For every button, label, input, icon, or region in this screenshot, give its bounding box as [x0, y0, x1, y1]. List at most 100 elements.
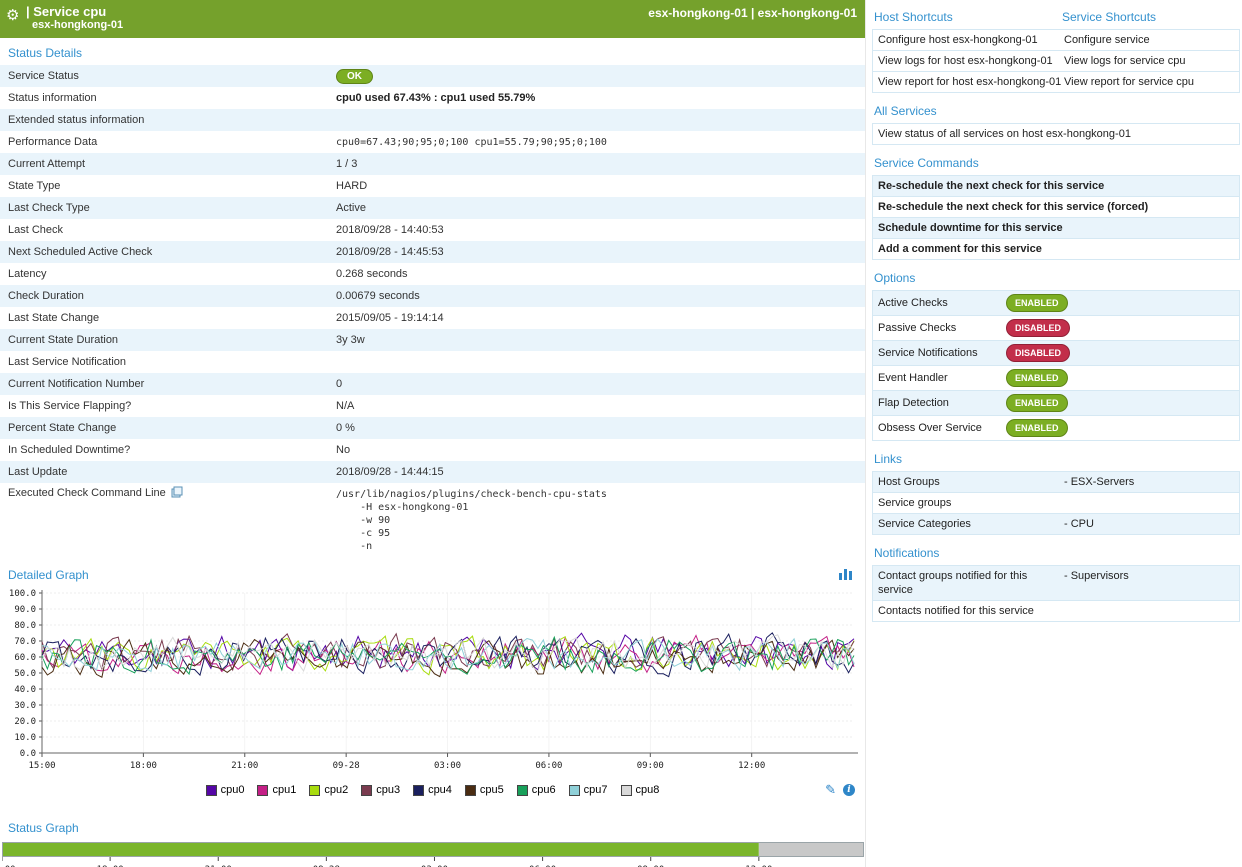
legend-label: cpu3	[376, 784, 400, 796]
status-detail-value: 0.268 seconds	[332, 265, 865, 283]
links-title: Links	[872, 441, 1240, 471]
svg-text:09:00: 09:00	[637, 761, 664, 771]
status-graph-section: Status Graph 15:0018:0021:0009-2803:0006…	[0, 813, 865, 867]
status-detail-label: Last State Change	[0, 309, 332, 327]
shortcut-row: View report for host esx-hongkong-01View…	[873, 72, 1239, 92]
status-detail-row: Last Service Notification	[0, 351, 865, 373]
service-status-badge: OK	[336, 69, 373, 84]
status-detail-label: Executed Check Command Line	[0, 483, 332, 504]
notification-row: Contacts notified for this service	[873, 601, 1239, 621]
status-detail-label: Service Status	[0, 67, 332, 85]
options-title: Options	[872, 260, 1240, 290]
service-shortcut-link[interactable]: View logs for service cpu	[1064, 54, 1234, 68]
notifications-table: Contact groups notified for this service…	[872, 565, 1240, 622]
option-label: Obsess Over Service	[878, 421, 1006, 435]
status-detail-label: Next Scheduled Active Check	[0, 243, 332, 261]
svg-text:12:00: 12:00	[738, 761, 765, 771]
legend-label: cpu7	[584, 784, 608, 796]
row-value: - CPU	[1064, 517, 1234, 531]
row-label: Service groups	[878, 496, 1064, 510]
legend-swatch	[621, 785, 632, 796]
shortcut-row: Configure host esx-hongkong-01Configure …	[873, 30, 1239, 51]
status-detail-value: 2015/09/05 - 19:14:14	[332, 309, 865, 327]
bar-chart-icon[interactable]	[839, 568, 853, 580]
status-detail-label: Latency	[0, 265, 332, 283]
service-commands-table: Re-schedule the next check for this serv…	[872, 175, 1240, 260]
status-detail-label: Percent State Change	[0, 419, 332, 437]
header-host-links[interactable]: esx-hongkong-01 | esx-hongkong-01	[648, 6, 857, 20]
status-detail-value: 3y 3w	[332, 331, 865, 349]
notification-row: Contact groups notified for this service…	[873, 566, 1239, 601]
link-row: Host Groups- ESX-Servers	[873, 472, 1239, 493]
service-shortcuts-title: Service Shortcuts	[1062, 10, 1236, 24]
status-detail-row: Executed Check Command Line/usr/lib/nagi…	[0, 483, 865, 560]
service-command-link[interactable]: Schedule downtime for this service	[873, 218, 1239, 239]
service-shortcut-link[interactable]: Configure service	[1064, 33, 1234, 47]
info-icon[interactable]: i	[843, 784, 855, 796]
detailed-graph-title: Detailed Graph	[0, 560, 97, 587]
cpu-usage-chart: 0.010.020.030.040.050.060.070.080.090.01…	[2, 587, 864, 779]
copy-command-icon[interactable]	[171, 486, 183, 501]
option-badge-cell: DISABLED	[1006, 344, 1234, 362]
sidebar: Host Shortcuts Service Shortcuts Configu…	[866, 0, 1242, 867]
status-detail-label: Last Update	[0, 463, 332, 481]
status-detail-value: 0.00679 seconds	[332, 287, 865, 305]
legend-swatch	[465, 785, 476, 796]
legend-swatch	[206, 785, 217, 796]
option-row: Passive ChecksDISABLED	[873, 316, 1239, 341]
legend-swatch	[569, 785, 580, 796]
service-shortcut-link[interactable]: View report for service cpu	[1064, 75, 1234, 89]
status-detail-label: Is This Service Flapping?	[0, 397, 332, 415]
svg-text:90.0: 90.0	[14, 605, 36, 615]
disabled-badge: DISABLED	[1006, 344, 1070, 362]
status-detail-row: Performance Datacpu0=67.43;90;95;0;100 c…	[0, 131, 865, 153]
svg-text:20.0: 20.0	[14, 717, 36, 727]
option-row: Obsess Over ServiceENABLED	[873, 416, 1239, 440]
edit-graph-icon[interactable]: ✎	[825, 782, 836, 798]
host-subtitle[interactable]: esx-hongkong-01	[26, 19, 857, 32]
legend-item: cpu8	[621, 784, 660, 796]
svg-text:09-28: 09-28	[333, 761, 360, 771]
status-detail-row: Current Attempt1 / 3	[0, 153, 865, 175]
svg-text:10.0: 10.0	[14, 733, 36, 743]
option-badge-cell: ENABLED	[1006, 419, 1234, 437]
legend-swatch	[257, 785, 268, 796]
option-row: Active ChecksENABLED	[873, 291, 1239, 316]
status-detail-label: Extended status information	[0, 111, 332, 129]
legend-item: cpu7	[569, 784, 608, 796]
legend-item: cpu0	[206, 784, 245, 796]
svg-text:21:00: 21:00	[231, 761, 258, 771]
option-badge-cell: ENABLED	[1006, 394, 1234, 412]
svg-text:80.0: 80.0	[14, 621, 36, 631]
svg-text:70.0: 70.0	[14, 637, 36, 647]
gear-icon[interactable]: ⚙	[6, 6, 19, 24]
status-detail-value: 2018/09/28 - 14:44:15	[332, 463, 865, 481]
status-timeline-graph: 15:0018:0021:0009-2803:0006:0009:0012:00	[2, 840, 864, 867]
status-detail-label: Performance Data	[0, 133, 332, 151]
all-services-title: All Services	[872, 93, 1240, 123]
service-command-link[interactable]: Re-schedule the next check for this serv…	[873, 197, 1239, 218]
all-services-link[interactable]: View status of all services on host esx-…	[873, 124, 1239, 144]
legend-item: cpu1	[257, 784, 296, 796]
host-shortcut-link[interactable]: View report for host esx-hongkong-01	[878, 75, 1064, 89]
service-command-link[interactable]: Re-schedule the next check for this serv…	[873, 176, 1239, 197]
legend-item: cpu3	[361, 784, 400, 796]
status-detail-label: Check Duration	[0, 287, 332, 305]
status-detail-row: Last Check2018/09/28 - 14:40:53	[0, 219, 865, 241]
host-shortcut-link[interactable]: Configure host esx-hongkong-01	[878, 33, 1064, 47]
service-header: ⚙ | Service cpu esx-hongkong-01 esx-hong…	[0, 0, 865, 38]
shortcuts-header: Host Shortcuts Service Shortcuts	[872, 4, 1240, 29]
status-detail-value: 2018/09/28 - 14:45:53	[332, 243, 865, 261]
status-detail-label: Status information	[0, 89, 332, 107]
status-detail-value: Active	[332, 199, 865, 217]
svg-text:100.0: 100.0	[9, 589, 36, 599]
legend-item: cpu6	[517, 784, 556, 796]
service-command-link[interactable]: Add a comment for this service	[873, 239, 1239, 259]
status-detail-label: Last Service Notification	[0, 353, 332, 371]
row-value	[1064, 604, 1234, 618]
legend-label: cpu1	[272, 784, 296, 796]
status-graph-title: Status Graph	[0, 813, 865, 840]
legend-label: cpu0	[221, 784, 245, 796]
service-commands-title: Service Commands	[872, 145, 1240, 175]
host-shortcut-link[interactable]: View logs for host esx-hongkong-01	[878, 54, 1064, 68]
